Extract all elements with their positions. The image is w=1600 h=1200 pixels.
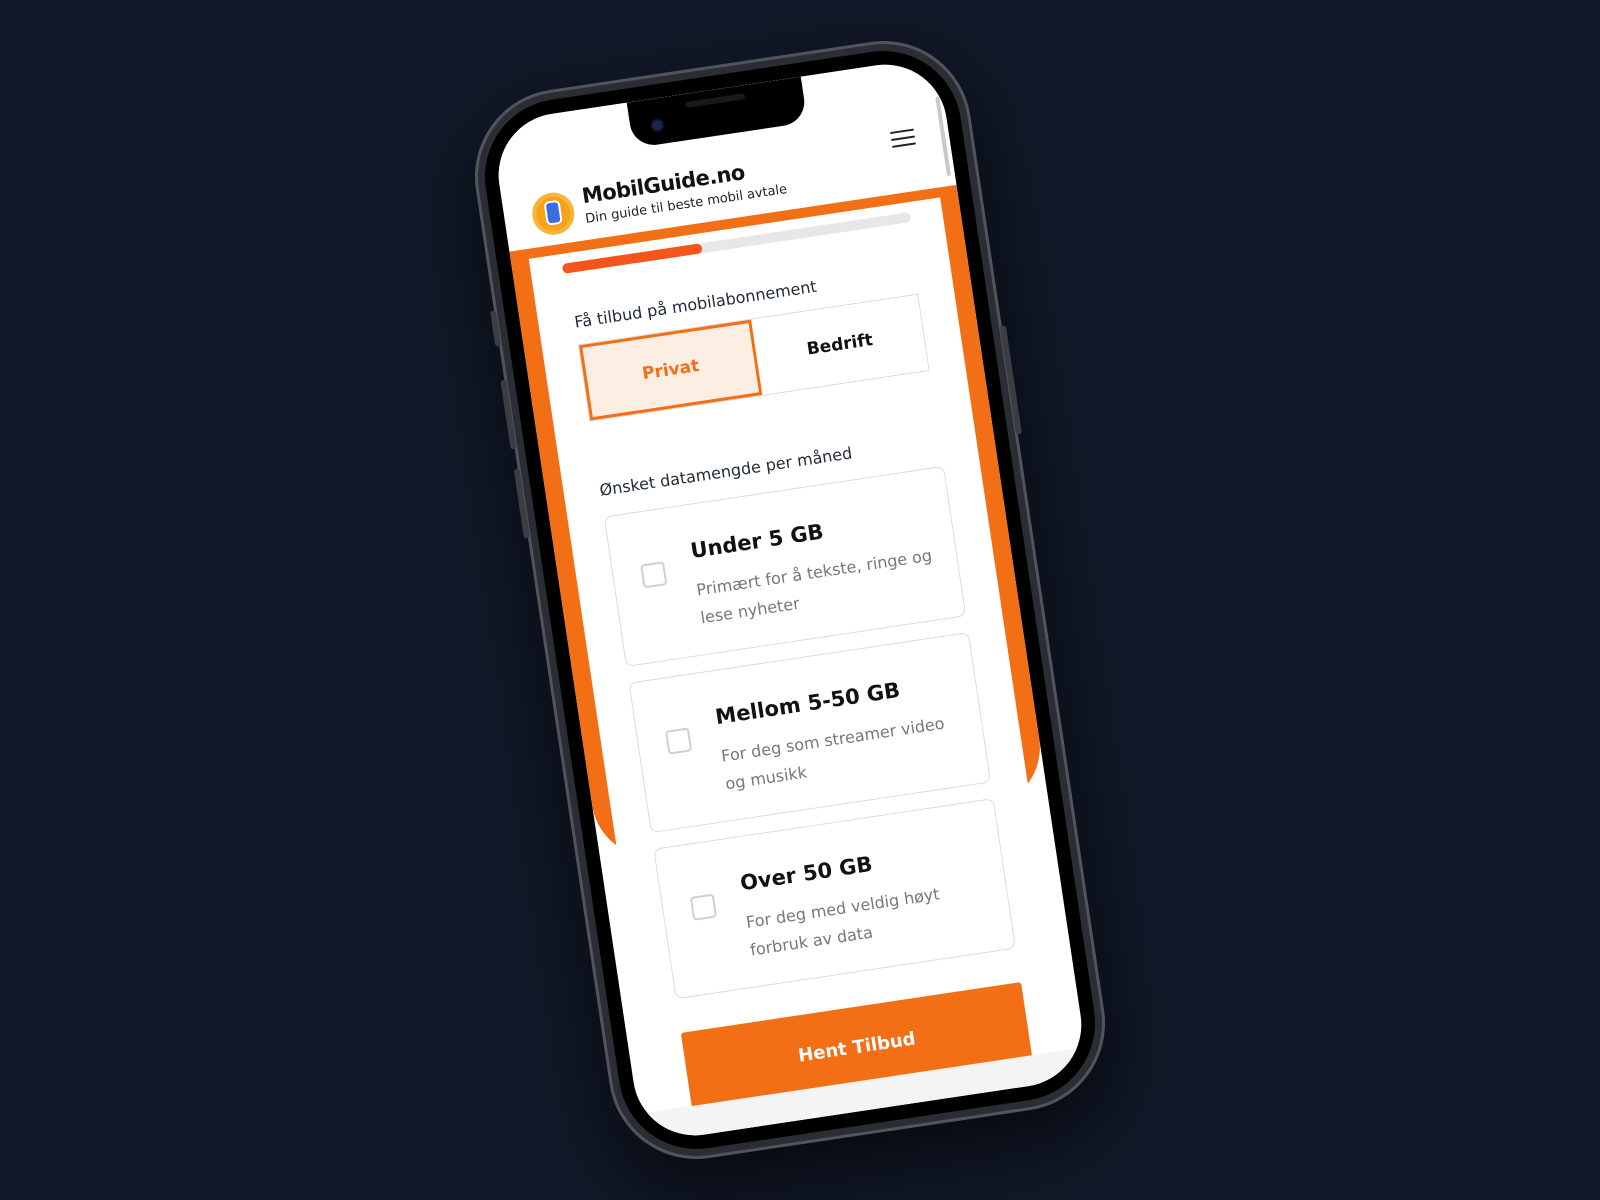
bedrift-option[interactable]: Bedrift: [751, 294, 929, 395]
logo-phone-glyph: [545, 201, 561, 224]
over-50gb-checkbox[interactable]: [689, 893, 718, 921]
data-option-under-5gb[interactable]: Under 5 GB Primært for å tekste, ringe o…: [603, 465, 967, 667]
data-option-over-50gb[interactable]: Over 50 GB For deg med veldig høyt forbr…: [653, 798, 1016, 1000]
option-title: Over 50 GB: [738, 851, 874, 896]
menu-line: [890, 135, 916, 141]
menu-line: [889, 128, 914, 135]
menu-line: [892, 142, 917, 148]
page-background: MobilGuide.no Din guide til beste mobil …: [0, 0, 1600, 1200]
phone-mockup: MobilGuide.no Din guide til beste mobil …: [462, 28, 1118, 1172]
privat-option[interactable]: Privat: [579, 319, 763, 421]
front-camera-icon: [651, 119, 664, 132]
phone-screen: MobilGuide.no Din guide til beste mobil …: [490, 56, 1090, 1144]
5-50gb-checkbox[interactable]: [664, 727, 693, 755]
phone-logo-icon[interactable]: [529, 189, 578, 238]
speaker-grille: [685, 93, 746, 108]
option-title: Under 5 GB: [688, 519, 826, 564]
hamburger-menu-icon[interactable]: [889, 128, 917, 150]
under-5gb-checkbox[interactable]: [640, 561, 668, 589]
data-option-5-50gb[interactable]: Mellom 5-50 GB For deg som streamer vide…: [628, 631, 992, 834]
